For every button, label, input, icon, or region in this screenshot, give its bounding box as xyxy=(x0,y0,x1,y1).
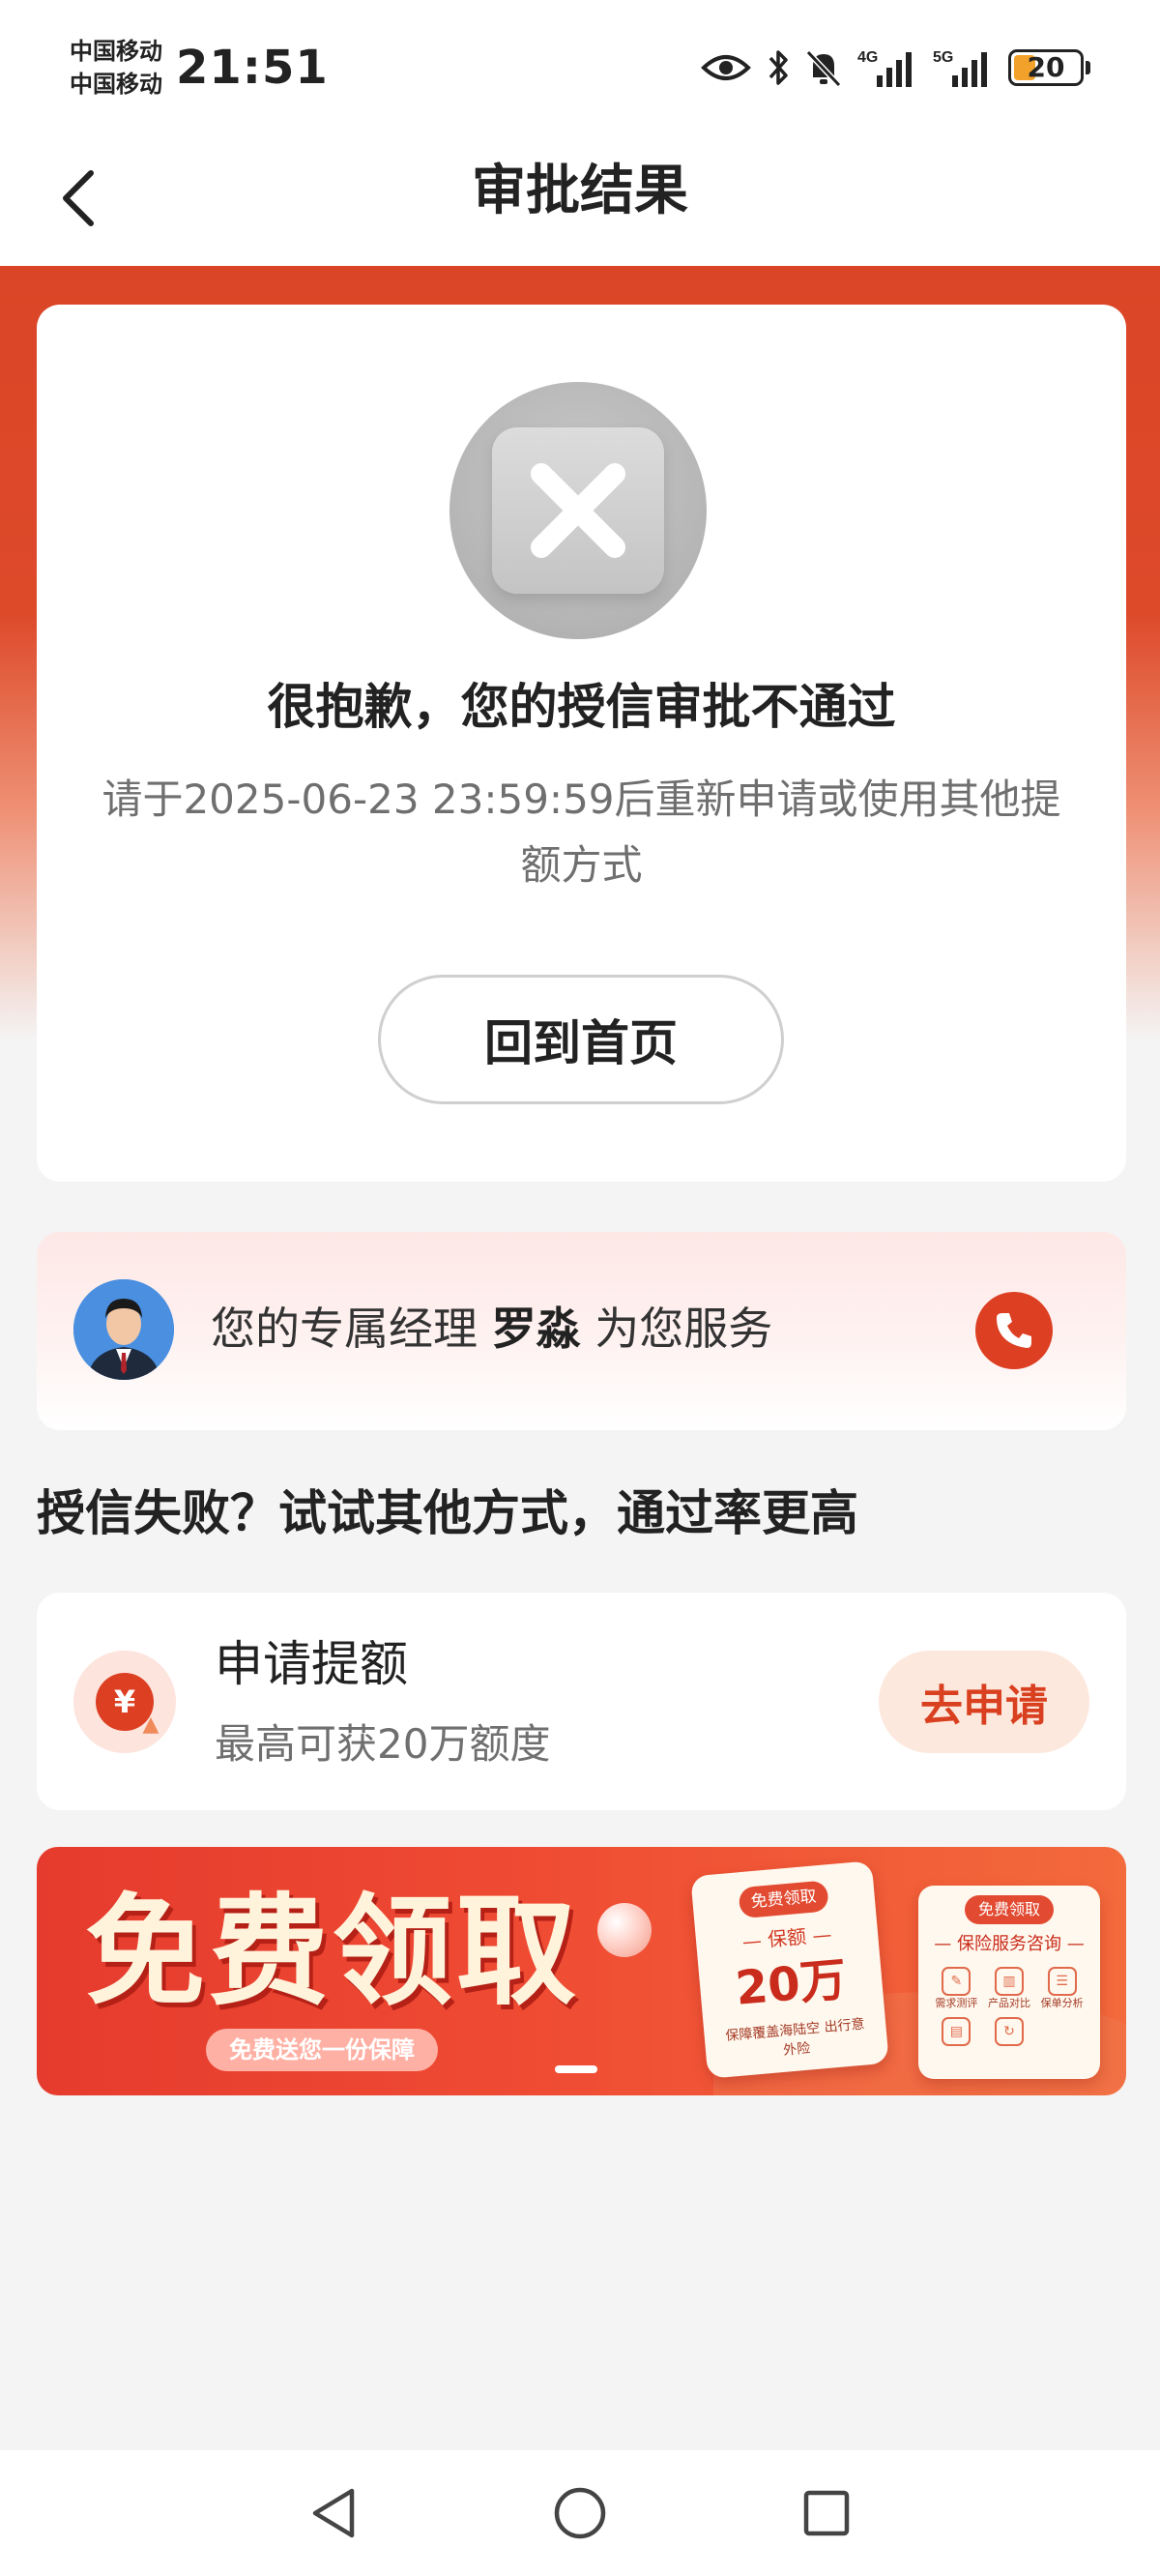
manager-text-prefix: 您的专属经理 xyxy=(211,1303,492,1355)
network-2-label: 5G xyxy=(933,49,953,66)
battery-body: 20 xyxy=(1008,49,1084,86)
arrow-up-icon: ▲ xyxy=(142,1712,160,1737)
report-icon: ▤ xyxy=(942,2017,972,2046)
status-icons: 4G 5G 20 xyxy=(701,43,1090,93)
triangle-back-icon xyxy=(312,2488,355,2538)
mini-icon: ✎ 需求测评 xyxy=(932,1967,981,2011)
signal-4g-icon: 4G xyxy=(857,46,917,89)
result-description: 请于2025-06-23 23:59:59后重新申请或使用其他提额方式 xyxy=(102,776,1061,889)
banner-coverage-card: 免费领取 — 保额 — 20万 保障覆盖海陆空 出行意外险 xyxy=(690,1860,889,2079)
system-home-button[interactable] xyxy=(544,2477,616,2549)
carrier-1: 中国移动 xyxy=(70,38,162,65)
bell-muted-icon xyxy=(805,48,842,87)
circle-home-icon xyxy=(554,2487,606,2539)
home-button[interactable]: 回到首页 xyxy=(378,975,784,1104)
status-bar: 中国移动 中国移动 21:51 4G 5G 20 xyxy=(0,0,1160,135)
banner-card1-amount: 20万 xyxy=(733,1952,849,2016)
manager-name: 罗淼 xyxy=(491,1303,581,1355)
yuan-symbol: ¥ xyxy=(113,1683,136,1720)
call-manager-button[interactable] xyxy=(975,1292,1053,1369)
network-1-label: 4G xyxy=(857,49,878,66)
banner-consult-card: 免费领取 — 保险服务咨询 — ✎ 需求测评 ▥ 产品对比 ☰ 保单分析 ▤ ↻ xyxy=(918,1886,1100,2079)
offer-subtitle: 最高可获20万额度 xyxy=(215,1720,551,1768)
mini-icon: ▤ xyxy=(932,2017,981,2046)
system-recents-button[interactable] xyxy=(791,2477,862,2549)
reject-icon-tile xyxy=(492,427,664,594)
banner-card2-tag: 免费领取 xyxy=(965,1895,1054,1924)
eye-icon xyxy=(701,52,751,83)
offer-title: 申请提额 xyxy=(215,1636,408,1692)
banner-headline: 免费领取 xyxy=(85,1882,581,2022)
reject-x-icon xyxy=(450,382,707,639)
compare-icon: ▥ xyxy=(994,1967,1024,1996)
carrier-2: 中国移动 xyxy=(70,71,162,98)
manager-card: 您的专属经理 罗淼 为您服务 xyxy=(37,1232,1126,1430)
refresh-icon: ↻ xyxy=(994,2017,1024,2046)
manager-text-suffix: 为您服务 xyxy=(580,1303,773,1355)
battery-level: 20 xyxy=(1027,51,1065,83)
apply-button[interactable]: 去申请 xyxy=(879,1651,1089,1753)
manager-text: 您的专属经理 罗淼 为您服务 xyxy=(211,1290,772,1367)
yuan-coin: ¥ ▲ xyxy=(96,1673,159,1737)
signal-5g-icon: 5G xyxy=(933,46,993,89)
mini-icon: ↻ xyxy=(985,2017,1034,2046)
avatar xyxy=(73,1279,174,1380)
mini-icon: ☰ 保单分析 xyxy=(1037,1967,1087,2011)
bluetooth-icon xyxy=(767,48,790,87)
system-navigation-bar xyxy=(0,2450,1160,2576)
yuan-coin-icon: ¥ ▲ xyxy=(73,1651,176,1753)
carousel-indicator xyxy=(555,2065,597,2073)
mini-icon-label: 产品对比 xyxy=(987,1997,1030,2009)
banner-subline: 免费送您一份保障 xyxy=(206,2029,438,2071)
mini-icon-label: 保单分析 xyxy=(1040,1997,1084,2009)
x-mark-icon xyxy=(531,463,625,558)
banner-ball xyxy=(597,1903,652,1957)
carrier-info: 中国移动 中国移动 xyxy=(70,35,162,101)
offer-card[interactable]: ¥ ▲ 申请提额 最高可获20万额度 去申请 xyxy=(37,1593,1126,1810)
alternatives-section-title: 授信失败？试试其他方式，通过率更高 xyxy=(37,1485,858,1541)
clock: 21:51 xyxy=(176,41,329,95)
square-recents-icon xyxy=(803,2490,850,2536)
document-icon: ☰ xyxy=(1047,1967,1077,1996)
banner-card2-grid: ✎ 需求测评 ▥ 产品对比 ☰ 保单分析 ▤ ↻ xyxy=(932,1967,1087,2046)
system-back-button[interactable] xyxy=(298,2477,369,2549)
result-title: 很抱歉，您的授信审批不通过 xyxy=(267,679,896,735)
mini-icon-label: 需求测评 xyxy=(935,1997,978,2009)
battery-icon: 20 xyxy=(1008,49,1090,86)
phone-icon xyxy=(997,1313,1031,1348)
page-title: 审批结果 xyxy=(472,160,688,222)
battery-cap xyxy=(1086,61,1090,74)
banner-card2-title: — 保险服务咨询 — xyxy=(934,1934,1085,1954)
banner-card1-note: 保障覆盖海陆空 出行意外险 xyxy=(724,2016,866,2059)
result-card: 很抱歉，您的授信审批不通过 请于2025-06-23 23:59:59后重新申请… xyxy=(37,305,1126,1182)
promo-banner[interactable]: 免费领取 免费送您一份保障 免费领取 — 保额 — 20万 保障覆盖海陆空 出行… xyxy=(37,1847,1126,2095)
banner-card1-tag: 免费领取 xyxy=(738,1880,829,1919)
navigation-bar: 审批结果 xyxy=(0,135,1160,266)
mini-icon: ▥ 产品对比 xyxy=(985,1967,1034,2011)
edit-icon: ✎ xyxy=(942,1967,972,1996)
